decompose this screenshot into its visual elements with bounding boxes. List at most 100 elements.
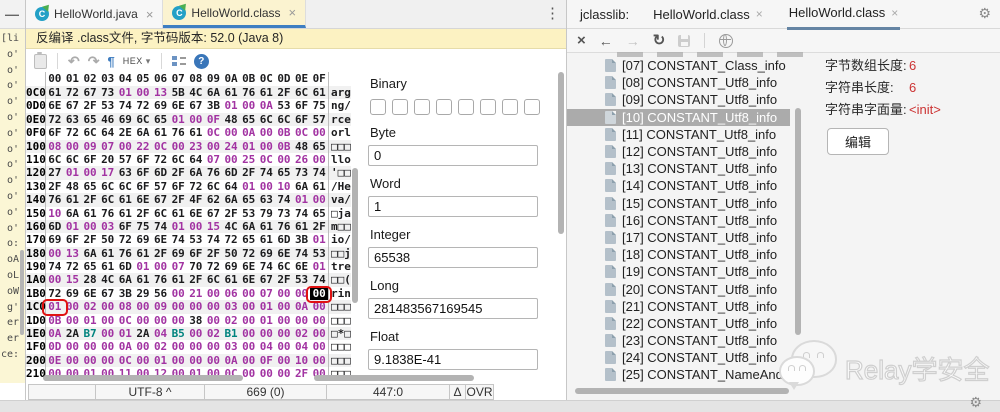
ascii-preview[interactable]: llo (328, 152, 352, 167)
hex-byte[interactable]: 01 (134, 260, 152, 273)
ascii-preview[interactable]: □□□ (328, 313, 352, 328)
hex-byte[interactable]: 72 (117, 233, 135, 246)
word-value-input[interactable] (368, 196, 538, 217)
hex-byte[interactable]: 00 (258, 367, 276, 380)
hex-byte[interactable]: 00 (275, 300, 293, 313)
hex-byte[interactable]: 67 (81, 86, 99, 99)
hex-byte[interactable]: 00 (240, 99, 258, 112)
hex-byte[interactable]: 6C (293, 86, 311, 99)
hex-byte[interactable]: 01 (293, 193, 311, 206)
hex-byte[interactable]: 00 (205, 300, 223, 313)
hex-byte[interactable]: 00 (275, 354, 293, 367)
hex-byte[interactable]: 09 (152, 300, 170, 313)
hex-byte[interactable]: 00 (275, 287, 293, 300)
hex-byte[interactable]: 6A (293, 180, 311, 193)
hex-byte[interactable]: 6A (64, 207, 82, 220)
back-icon[interactable]: ← (599, 34, 613, 48)
close-icon[interactable]: × (289, 5, 297, 20)
gear-icon[interactable]: ⚙ (969, 394, 982, 411)
help-icon[interactable]: ? (193, 53, 209, 69)
hex-byte[interactable]: 0C (205, 126, 223, 139)
hex-byte[interactable]: 65 (152, 113, 170, 126)
hex-horizontal-scrollbar[interactable] (43, 375, 243, 381)
hex-byte[interactable]: 48 (222, 113, 240, 126)
hex-byte[interactable]: 6E (240, 260, 258, 273)
hex-byte[interactable]: 65 (240, 193, 258, 206)
hex-byte[interactable]: 25 (240, 153, 258, 166)
hex-byte[interactable]: 00 (187, 220, 205, 233)
tree-item-21[interactable]: [21] CONSTANT_Utf8_info (567, 298, 803, 315)
hex-byte[interactable]: 00 (169, 314, 187, 327)
ascii-preview[interactable]: m□□ (328, 219, 352, 234)
byte-value-input[interactable] (368, 145, 538, 166)
hex-byte[interactable]: 00 (99, 327, 117, 340)
hex-byte[interactable]: 07 (258, 287, 276, 300)
hex-byte[interactable]: 6C (64, 153, 82, 166)
hex-byte[interactable]: 00 (205, 340, 223, 353)
hex-byte[interactable]: 6E (81, 287, 99, 300)
hex-byte[interactable]: 00 (275, 314, 293, 327)
hex-byte[interactable]: 00 (46, 273, 64, 286)
tree-item-15[interactable]: [15] CONSTANT_Utf8_info (567, 195, 803, 212)
tree-item-23[interactable]: [23] CONSTANT_Utf8_info (567, 332, 803, 349)
status-encoding[interactable]: UTF-8 ^ (95, 384, 205, 400)
status-overwrite-mode[interactable]: OVR (465, 384, 494, 400)
hex-byte[interactable]: 6C (275, 113, 293, 126)
jclasslib-tab-1[interactable]: HelloWorld.class × (651, 0, 765, 28)
binary-bit-checkbox[interactable] (458, 99, 474, 115)
hex-byte[interactable]: 2F (152, 247, 170, 260)
hex-byte[interactable]: 0B (275, 126, 293, 139)
hex-byte[interactable]: 67 (152, 193, 170, 206)
undo-icon[interactable]: ↶ (68, 54, 80, 68)
hex-byte[interactable]: 4C (222, 220, 240, 233)
close-icon[interactable]: × (756, 7, 763, 21)
pilcrow-icon[interactable]: ¶ (107, 54, 114, 69)
hex-byte[interactable]: 2A (134, 327, 152, 340)
hex-byte[interactable]: 6C (99, 180, 117, 193)
hex-byte[interactable]: 61 (258, 220, 276, 233)
close-icon[interactable]: × (891, 6, 898, 20)
redo-icon[interactable]: ↷ (88, 54, 100, 68)
hex-byte[interactable]: 6F (134, 180, 152, 193)
hex-byte[interactable]: 64 (187, 153, 205, 166)
hex-byte[interactable]: 00 (240, 340, 258, 353)
hex-byte[interactable]: 61 (310, 86, 328, 99)
hex-byte[interactable]: 00 (64, 340, 82, 353)
hex-byte[interactable]: 00 (81, 354, 99, 367)
hex-byte[interactable]: 6C (169, 153, 187, 166)
hex-byte[interactable]: 6C (205, 273, 223, 286)
hex-byte[interactable]: 4F (187, 193, 205, 206)
paste-icon[interactable] (34, 51, 47, 69)
hex-byte[interactable]: 0D (46, 340, 64, 353)
long-value-input[interactable] (368, 298, 538, 319)
tree-item-09[interactable]: [09] CONSTANT_Utf8_info (567, 91, 803, 108)
hex-byte[interactable]: 00 (258, 327, 276, 340)
hex-byte[interactable]: 61 (81, 207, 99, 220)
hex-byte[interactable]: 74 (275, 193, 293, 206)
hex-byte[interactable]: 04 (293, 340, 311, 353)
hex-byte[interactable]: 01 (258, 300, 276, 313)
ascii-preview[interactable]: '□□ (328, 166, 352, 180)
hex-byte[interactable]: 00 (46, 247, 64, 260)
hex-byte[interactable]: 01 (64, 220, 82, 233)
hex-byte[interactable]: 6E (134, 193, 152, 206)
hex-byte[interactable]: 00 (258, 126, 276, 139)
hex-byte[interactable]: 53 (275, 99, 293, 112)
hex-byte[interactable]: 74 (310, 273, 328, 286)
hex-byte[interactable]: 74 (152, 220, 170, 233)
hex-byte[interactable]: 00 (187, 340, 205, 353)
hex-byte[interactable]: 0A (117, 340, 135, 353)
hex-byte[interactable]: 69 (258, 247, 276, 260)
hex-byte[interactable]: 02 (152, 340, 170, 353)
hex-byte[interactable]: 01 (258, 314, 276, 327)
hex-byte[interactable]: 76 (240, 86, 258, 99)
ascii-preview[interactable]: /He (328, 179, 352, 194)
hex-byte[interactable]: 74 (293, 207, 311, 220)
hex-byte[interactable]: 61 (169, 273, 187, 286)
hex-byte[interactable]: 6A (240, 220, 258, 233)
hex-byte[interactable]: 69 (46, 233, 64, 246)
hex-byte[interactable]: 00 (240, 327, 258, 340)
hex-byte[interactable]: 69 (117, 113, 135, 126)
hex-byte[interactable]: 29 (134, 287, 152, 300)
jclasslib-tab-2[interactable]: HelloWorld.class × (786, 0, 901, 30)
